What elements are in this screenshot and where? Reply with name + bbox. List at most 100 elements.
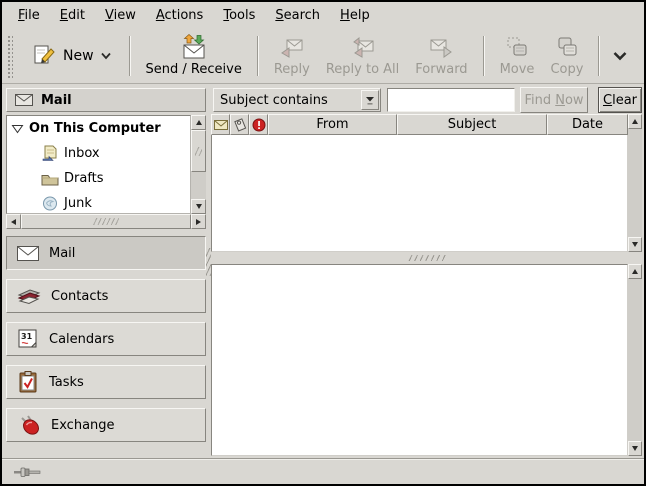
exchange-icon bbox=[17, 413, 41, 437]
reply-to-all-button[interactable]: Reply to All bbox=[318, 32, 407, 79]
online-status-icon[interactable] bbox=[14, 466, 44, 478]
clear-label: C bbox=[603, 93, 612, 108]
scrollbar-track[interactable] bbox=[628, 129, 642, 237]
scroll-up-button[interactable] bbox=[628, 264, 642, 279]
switcher-contacts-label: Contacts bbox=[51, 289, 108, 304]
preview-pane-splitter[interactable] bbox=[211, 252, 642, 264]
scrollbar-thumb[interactable] bbox=[21, 214, 191, 229]
scroll-left-button[interactable] bbox=[6, 214, 21, 229]
folder-tree-view: On This Computer Inbox Drafts bbox=[6, 115, 191, 214]
tree-item-junk[interactable]: Junk bbox=[7, 191, 190, 214]
toolbar-grip[interactable] bbox=[6, 34, 13, 78]
mail-header-envelope-icon bbox=[15, 94, 33, 106]
toolbar-overflow-button[interactable] bbox=[608, 42, 632, 69]
column-attachment[interactable] bbox=[230, 114, 249, 135]
new-button-label: New bbox=[63, 48, 94, 64]
clear-button[interactable]: Clear bbox=[598, 87, 642, 113]
move-label: Move bbox=[500, 62, 535, 77]
find-now-button[interactable]: Find Now bbox=[520, 87, 588, 113]
preview-pane bbox=[211, 264, 628, 456]
inbox-icon bbox=[41, 145, 59, 162]
forward-icon bbox=[428, 34, 454, 60]
switcher-contacts-button[interactable]: Contacts bbox=[6, 279, 206, 313]
search-input[interactable] bbox=[387, 88, 515, 112]
tree-item-inbox[interactable]: Inbox bbox=[7, 141, 190, 166]
expander-icon[interactable] bbox=[11, 124, 24, 134]
column-subject[interactable]: Subject bbox=[397, 114, 547, 135]
menu-help[interactable]: Help bbox=[330, 5, 380, 26]
folder-icon bbox=[41, 172, 59, 186]
reply-icon bbox=[279, 34, 305, 60]
search-scope-value: Subject contains bbox=[214, 93, 361, 108]
switcher-exchange-label: Exchange bbox=[51, 418, 115, 433]
menu-file-label: File bbox=[18, 8, 40, 23]
switcher-calendars-button[interactable]: 31 Calendars bbox=[6, 322, 206, 356]
toolbar-separator bbox=[257, 36, 259, 76]
toolbar-separator bbox=[483, 36, 485, 76]
scroll-down-button[interactable] bbox=[191, 199, 206, 214]
tree-root-on-this-computer[interactable]: On This Computer bbox=[7, 116, 190, 141]
menu-tools[interactable]: Tools bbox=[213, 5, 265, 26]
switcher-tasks-button[interactable]: Tasks bbox=[6, 365, 206, 399]
folder-tree-vertical-scrollbar[interactable] bbox=[191, 115, 206, 214]
preview-pane-splitter-handle[interactable] bbox=[407, 255, 447, 261]
folder-tree-horizontal-scrollbar[interactable] bbox=[6, 214, 206, 229]
scroll-up-button[interactable] bbox=[628, 114, 642, 129]
column-date[interactable]: Date bbox=[547, 114, 628, 135]
status-bar bbox=[2, 458, 644, 484]
message-list-body bbox=[211, 135, 628, 252]
preview-pane-scrollbar[interactable] bbox=[628, 264, 642, 456]
menu-actions[interactable]: Actions bbox=[146, 5, 214, 26]
attachment-icon bbox=[233, 118, 247, 132]
menu-edit-label: Edit bbox=[60, 8, 85, 23]
column-from[interactable]: From bbox=[268, 114, 397, 135]
tree-root-label: On This Computer bbox=[29, 121, 161, 136]
folder-pane-header-label: Mail bbox=[41, 93, 72, 108]
tree-item-inbox-label: Inbox bbox=[64, 146, 100, 161]
copy-label: Copy bbox=[550, 62, 583, 77]
new-message-icon bbox=[31, 43, 57, 69]
menu-actions-label: Actions bbox=[156, 8, 204, 23]
menu-view[interactable]: View bbox=[95, 5, 146, 26]
search-bar: Subject contains Find Now Clear bbox=[211, 86, 642, 114]
contacts-icon bbox=[17, 285, 41, 307]
menu-help-label: Help bbox=[340, 8, 370, 23]
forward-label: Forward bbox=[415, 62, 467, 77]
toolbar: New Send / Receive bbox=[2, 28, 644, 84]
scroll-down-button[interactable] bbox=[628, 441, 642, 456]
tree-item-drafts[interactable]: Drafts bbox=[7, 166, 190, 191]
tree-item-drafts-label: Drafts bbox=[64, 171, 104, 186]
find-now-label: Find bbox=[524, 93, 555, 108]
svg-text:31: 31 bbox=[21, 332, 33, 341]
copy-button[interactable]: Copy bbox=[542, 32, 591, 79]
switcher-exchange-button[interactable]: Exchange bbox=[6, 408, 206, 442]
column-importance[interactable] bbox=[249, 114, 268, 135]
send-receive-button[interactable]: Send / Receive bbox=[138, 32, 250, 79]
scrollbar-thumb[interactable] bbox=[191, 130, 206, 172]
scroll-up-button[interactable] bbox=[191, 115, 206, 130]
scrollbar-track[interactable] bbox=[628, 279, 642, 441]
toolbar-separator bbox=[598, 36, 600, 76]
menu-search[interactable]: Search bbox=[265, 5, 330, 26]
reply-to-all-icon bbox=[350, 34, 376, 60]
search-scope-dropdown[interactable]: Subject contains bbox=[213, 88, 381, 112]
new-button[interactable]: New bbox=[21, 39, 122, 73]
column-message-status[interactable] bbox=[211, 114, 230, 135]
reply-button[interactable]: Reply bbox=[266, 32, 318, 79]
switcher-mail-button[interactable]: Mail bbox=[6, 236, 206, 270]
menu-file[interactable]: File bbox=[8, 5, 50, 26]
message-list-scrollbar[interactable] bbox=[628, 114, 642, 252]
importance-icon bbox=[252, 118, 266, 132]
mail-icon bbox=[17, 246, 39, 261]
junk-icon bbox=[41, 195, 59, 212]
evolution-window: File Edit View Actions Tools Search Help… bbox=[0, 0, 646, 486]
menu-edit[interactable]: Edit bbox=[50, 5, 95, 26]
scrollbar-track[interactable] bbox=[191, 172, 206, 199]
move-icon bbox=[504, 34, 530, 60]
forward-button[interactable]: Forward bbox=[407, 32, 475, 79]
scroll-right-button[interactable] bbox=[191, 214, 206, 229]
scroll-down-button[interactable] bbox=[628, 237, 642, 252]
toolbar-separator bbox=[129, 36, 131, 76]
move-button[interactable]: Move bbox=[492, 32, 543, 79]
tree-item-junk-label: Junk bbox=[64, 196, 92, 211]
